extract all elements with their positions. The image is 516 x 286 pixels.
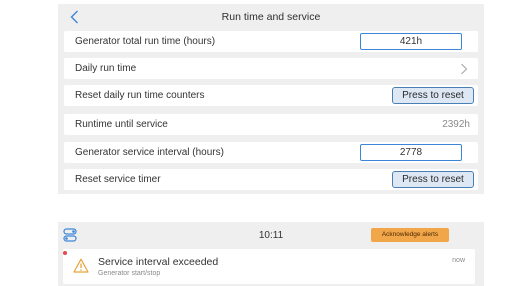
row-label: Generator service interval (hours) — [75, 147, 224, 158]
alert-notification[interactable]: Service interval exceeded Generator star… — [63, 249, 475, 284]
reset-service-timer-button[interactable]: Press to reset — [392, 171, 474, 188]
alert-subtitle: Generator start/stop — [98, 270, 161, 277]
row-label: Reset daily run time counters — [75, 90, 205, 101]
service-interval-field[interactable]: 2778 — [360, 144, 462, 161]
reset-daily-button[interactable]: Press to reset — [392, 87, 474, 104]
row-label: Runtime until service — [75, 119, 168, 130]
alert-title: Service interval exceeded — [98, 256, 219, 268]
header: Run time and service — [58, 4, 484, 30]
row-label: Reset service timer — [75, 174, 161, 185]
row-label: Daily run time — [75, 63, 137, 74]
settings-panel: Run time and service Generator total run… — [58, 4, 484, 194]
acknowledge-alerts-button[interactable]: Acknowledge alerts — [371, 228, 449, 242]
row-reset-service-timer: Reset service timer Press to reset — [64, 169, 478, 190]
row-daily-run-time[interactable]: Daily run time — [64, 58, 478, 79]
warning-icon — [73, 258, 89, 273]
status-bar: 10:11 Acknowledge alerts Service interva… — [58, 222, 484, 286]
row-runtime-until-service: Runtime until service 2392h — [64, 114, 478, 135]
row-total-run-time: Generator total run time (hours) 421h — [64, 31, 478, 52]
alert-time: now — [452, 257, 465, 264]
row-reset-daily: Reset daily run time counters Press to r… — [64, 85, 478, 106]
row-service-interval: Generator service interval (hours) 2778 — [64, 142, 478, 163]
row-label: Generator total run time (hours) — [75, 36, 216, 47]
chevron-right-icon — [461, 63, 468, 75]
runtime-until-service-value: 2392h — [442, 119, 470, 130]
unread-dot — [63, 251, 67, 255]
page-title: Run time and service — [221, 11, 321, 23]
total-run-time-field[interactable]: 421h — [360, 33, 462, 50]
